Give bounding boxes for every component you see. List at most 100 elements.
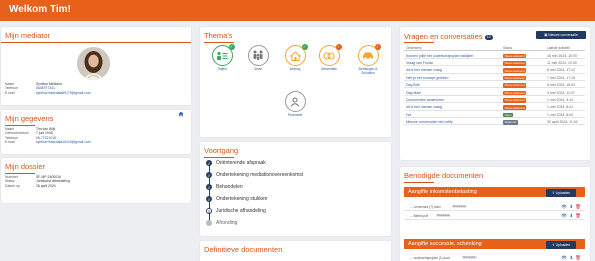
theme-bezittingen[interactable]: ! Bezittingen & Schulden bbox=[352, 44, 384, 75]
step-pending-icon bbox=[206, 220, 212, 226]
theme-traject[interactable]: ✓ Traject bbox=[209, 44, 235, 72]
home-icon[interactable] bbox=[178, 111, 184, 119]
view-icon[interactable]: 👁 bbox=[561, 255, 567, 260]
status-badge: Nieuw antwoord bbox=[503, 83, 527, 88]
table-row[interactable]: Heb je het concept gelezen Nieuw antwoord… bbox=[404, 74, 585, 82]
step-number-icon: 5 bbox=[206, 208, 212, 214]
house-icon: ✓ bbox=[284, 44, 308, 66]
theme-gezin[interactable]: Gezin bbox=[245, 45, 271, 72]
table-row[interactable]: Dag Mark Nieuw antwoord 3 mei 2024, 11:07 bbox=[404, 89, 585, 96]
theme-financieel[interactable]: Financieel bbox=[282, 91, 308, 118]
question-subject[interactable]: Hoi bbox=[406, 113, 411, 117]
table-row[interactable]: Documenten aanleveren Nieuw antwoord 1 mei… bbox=[404, 96, 585, 104]
progress-card: Voortgang ✓ Oriënterende afspraak ✓ Ondert… bbox=[200, 142, 391, 236]
person-icon bbox=[284, 91, 306, 112]
avatar bbox=[77, 47, 110, 80]
last-activity: 7 mei 2024, 17:10 bbox=[547, 75, 576, 80]
divider bbox=[204, 157, 234, 158]
progress-step-current: 5 Juridische afhandeling bbox=[206, 208, 266, 214]
people-icon: ✓ bbox=[211, 44, 235, 66]
divider bbox=[5, 125, 35, 126]
money-icon: ! bbox=[318, 44, 342, 66]
table-row[interactable]: dit is een nieuwe vraag Nieuw antwoord 1 m… bbox=[404, 103, 585, 111]
table-row[interactable]: Dag Britt Nieuw antwoord 6 mei 2024, 15:02 bbox=[404, 81, 585, 89]
divider bbox=[404, 182, 434, 183]
chevron-down-icon: ⌄ bbox=[410, 256, 413, 260]
status-badge: Nieuw antwoord bbox=[503, 53, 527, 59]
delete-icon[interactable]: 🗑 bbox=[575, 213, 581, 218]
dossier-card: Mijn dossier Nummer SF-MP-2400016 Status J… bbox=[1, 158, 191, 203]
check-icon: ✓ bbox=[206, 184, 212, 190]
check-icon: ✓ bbox=[228, 44, 235, 50]
chevron-down-icon: ⌄ bbox=[410, 205, 413, 209]
delete-icon[interactable]: 🗑 bbox=[575, 255, 581, 260]
new-conversation-button[interactable]: ▣ Nieuwe conversatie bbox=[536, 31, 586, 39]
check-icon: ✓ bbox=[301, 44, 308, 50]
table-row[interactable]: Kunnen jullie het ouderschapsplan nakijk… bbox=[404, 52, 585, 59]
table-row[interactable]: Vraag van Fouda Nieuw antwoord 11 mei 2024… bbox=[404, 59, 585, 67]
status-badge: Nieuw antwoord bbox=[503, 60, 527, 66]
final-docs-title: Definitieve documenten bbox=[204, 245, 283, 254]
status-badge: Afgerond bbox=[503, 120, 518, 125]
progress-step: ✓ Ondertekening mediationovereenkomst bbox=[206, 172, 304, 178]
question-subject[interactable]: Vraag van Fouda bbox=[406, 61, 433, 65]
upload-button[interactable]: ⇧ Uploaden bbox=[546, 189, 576, 197]
view-icon[interactable]: 👁 bbox=[561, 204, 567, 209]
question-subject[interactable]: Heb je het concept gelezen bbox=[406, 76, 448, 80]
doc-tag: Document bbox=[462, 255, 477, 260]
mediator-card: Mijn mediator Naam Synflow Mediator Telef… bbox=[1, 27, 191, 105]
last-activity: 16 mei 2024, 10:00 bbox=[547, 53, 577, 58]
table-row[interactable]: Nieuwe conversatie met notify Afgerond 30 … bbox=[404, 118, 585, 126]
dossier-details: Nummer SF-MP-2400016 Status Juridische afh… bbox=[5, 175, 70, 188]
car-icon: ! bbox=[357, 44, 381, 66]
alert-icon: ! bbox=[374, 44, 381, 50]
view-icon[interactable]: 👁 bbox=[561, 213, 567, 218]
table-row[interactable]: dit is een nieuwe vraag Nieuw antwoord 8 m… bbox=[404, 66, 585, 74]
mediator-details: Naam Synflow Mediator Telefoon 0648797341 … bbox=[5, 82, 91, 95]
question-subject[interactable]: Dag Britt bbox=[406, 83, 420, 87]
mediator-email-link[interactable]: synflow+fakedata89176@gmail.com bbox=[36, 91, 91, 95]
questions-title: Vragen en conversaties 10 bbox=[404, 32, 493, 41]
download-icon[interactable]: ⬇ bbox=[569, 204, 573, 209]
mediator-title: Mijn mediator bbox=[5, 31, 51, 40]
personal-title: Mijn gegevens bbox=[5, 114, 54, 123]
doc-name-2[interactable]: ⌄ ouderschapsplan (1).docx bbox=[410, 256, 450, 260]
download-icon[interactable]: ⬇ bbox=[569, 213, 573, 218]
download-icon[interactable]: ⬇ bbox=[569, 255, 573, 260]
question-subject[interactable]: Kunnen jullie het ouderschapsplan nakijk… bbox=[406, 54, 473, 58]
personal-card: Mijn gegevens Naam Tim van Wijk Geboorted… bbox=[1, 110, 191, 154]
document-row: ⌄ ouderschapsplan (1).docx Document 👁 ⬇ … bbox=[404, 253, 585, 261]
delete-icon[interactable]: 🗑 bbox=[575, 204, 581, 209]
theme-woning[interactable]: ✓ Woning bbox=[282, 44, 308, 72]
chevron-down-icon: ⌄ bbox=[410, 214, 413, 218]
doc-name-0[interactable]: ⌄ convenant (7).docx bbox=[410, 205, 441, 209]
divider bbox=[404, 42, 434, 43]
last-activity: 1 mei 2024, 8:00 bbox=[547, 112, 574, 117]
question-subject[interactable]: dit is een nieuwe vraag bbox=[406, 105, 442, 109]
question-subject[interactable]: Dag Mark bbox=[406, 91, 421, 95]
doc-name-1[interactable]: ⌄ Beleid.pdf bbox=[410, 214, 428, 218]
question-subject[interactable]: Documenten aanleveren bbox=[406, 98, 444, 102]
question-subject[interactable]: dit is een nieuwe vraag bbox=[406, 68, 442, 72]
progress-title: Voortgang bbox=[204, 146, 239, 155]
status-badge: Nieuw antwoord bbox=[503, 105, 527, 111]
divider bbox=[1, 42, 191, 43]
check-icon: ✓ bbox=[206, 196, 212, 202]
theme-alimentatie[interactable]: ! Alimentatie bbox=[316, 44, 342, 72]
status-badge: Nieuw antwoord bbox=[503, 75, 527, 81]
upload-button[interactable]: ⇧ Uploaden bbox=[546, 241, 576, 249]
status-badge: Nieuw antwoord bbox=[503, 68, 527, 74]
progress-step-todo: Afronding bbox=[206, 220, 237, 226]
last-activity: 3 mei 2024, 11:07 bbox=[547, 90, 575, 95]
status-badge: Nieuw antwoord bbox=[503, 90, 527, 96]
dossier-title: Mijn dossier bbox=[5, 162, 46, 171]
document-row: ⌄ Beleid.pdf Document 👁 ⬇ 🗑 bbox=[404, 211, 585, 220]
personal-email-link[interactable]: synflow+fakedata16416@gmail.com bbox=[36, 140, 91, 144]
check-icon: ✓ bbox=[206, 160, 212, 166]
final-docs-card: Definitieve documenten bbox=[200, 241, 391, 261]
status-badge: Nieuw antwoord bbox=[503, 97, 527, 103]
required-docs-card: Benodigde documenten Aangifte inkomstenb… bbox=[400, 167, 590, 261]
table-row[interactable]: Hoi Open 1 mei 2024, 8:00 bbox=[404, 111, 585, 119]
question-subject[interactable]: Nieuwe conversatie met notify bbox=[406, 120, 453, 124]
table-header: Onderwerp Status Laatste activiteit bbox=[404, 45, 585, 51]
